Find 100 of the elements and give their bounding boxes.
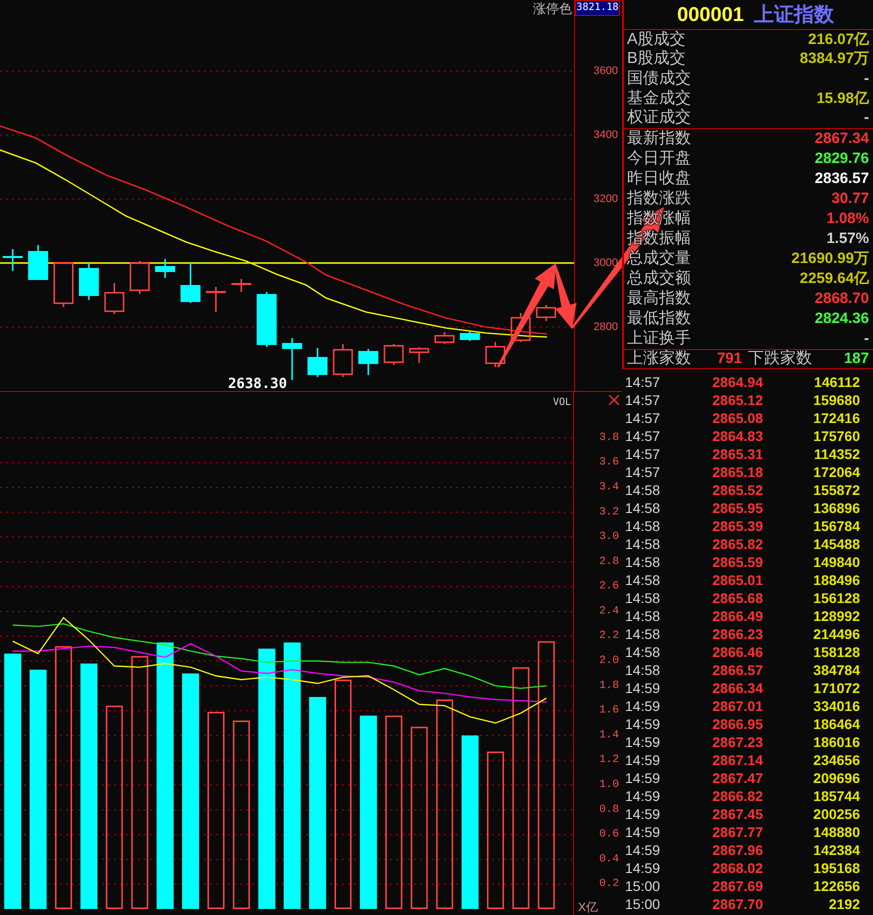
trade-volume: 234656 <box>812 752 860 768</box>
trade-time: 14:58 <box>625 590 662 606</box>
volume-axis-label: 3.0 <box>599 531 619 544</box>
field-label: 总成交额 <box>627 270 691 288</box>
trade-volume: 149840 <box>812 554 860 570</box>
trade-time: 14:57 <box>625 392 662 408</box>
trade-time: 14:58 <box>625 608 662 624</box>
close-icon[interactable] <box>609 395 619 405</box>
trade-volume: 156784 <box>812 518 860 534</box>
price-axis-label: 3400 <box>594 129 618 141</box>
candlestick <box>28 245 48 280</box>
field-label: 最高指数 <box>627 290 691 308</box>
trade-price: 2865.52 <box>711 482 763 498</box>
candlestick <box>155 259 176 278</box>
corner-label: 涨停色 <box>533 1 572 16</box>
trade-time: 14:59 <box>625 842 662 858</box>
trade-time: 14:57 <box>625 428 662 444</box>
trade-volume: 172064 <box>812 464 860 480</box>
trade-volume: 172416 <box>812 410 860 426</box>
price-axis-label: 3600 <box>594 65 618 77</box>
volume-axis-label: 3.4 <box>599 481 619 494</box>
candlestick <box>409 347 430 363</box>
volume-axis-label: 1.0 <box>599 779 619 792</box>
volume-axis-label: 3.2 <box>599 506 619 518</box>
field-label: 指数涨跌 <box>627 190 691 208</box>
trade-price: 2867.96 <box>711 842 763 858</box>
candlestick <box>206 287 226 312</box>
volume-axis-label: 2.0 <box>599 655 619 668</box>
field-value: 1.08% <box>826 210 869 228</box>
trade-volume: 148880 <box>812 824 860 840</box>
field-label: 权证成交 <box>627 109 691 128</box>
trade-price: 2865.39 <box>711 518 763 534</box>
trade-price: 2866.95 <box>711 716 763 732</box>
index-name: 上证指数 <box>754 4 834 26</box>
trade-price: 2865.12 <box>711 392 763 408</box>
field-value: 216.07亿 <box>808 30 869 49</box>
candlestick <box>358 349 378 375</box>
volume-axis-label: 1.8 <box>599 680 619 692</box>
trade-time: 14:58 <box>625 572 662 588</box>
trade-time: 14:58 <box>625 644 662 660</box>
field-label: 今日开盘 <box>627 150 691 168</box>
trade-price: 2865.95 <box>711 500 763 516</box>
candlestick <box>536 305 556 321</box>
trade-volume: 146112 <box>813 374 860 390</box>
trade-time: 14:58 <box>625 518 662 534</box>
field-value: - <box>864 70 869 88</box>
trade-volume: 200256 <box>812 806 860 822</box>
trade-price: 2867.23 <box>711 734 763 750</box>
field-label: 国债成交 <box>627 70 691 88</box>
volume-axis-label: 1.4 <box>599 729 619 742</box>
index-code: 000001 <box>677 4 744 26</box>
trade-volume: 175760 <box>812 428 860 444</box>
field-value: 8384.97万 <box>800 50 869 68</box>
trade-price: 2866.49 <box>711 608 763 624</box>
trade-price: 2868.02 <box>711 860 763 876</box>
trade-volume: 114352 <box>813 446 860 462</box>
trade-time: 14:58 <box>625 536 662 552</box>
field-label: 上证换手 <box>627 330 691 348</box>
trade-time: 15:00 <box>625 878 662 894</box>
volume-axis-label: 2.8 <box>599 556 619 568</box>
field-value: 2829.76 <box>814 150 869 168</box>
trade-price: 2867.70 <box>711 896 763 912</box>
candlestick <box>434 332 454 344</box>
trade-price: 2866.34 <box>711 680 763 696</box>
candlestick <box>460 331 480 341</box>
trade-price: 2866.57 <box>711 662 763 678</box>
trade-time: 14:58 <box>625 554 662 570</box>
trade-time: 14:57 <box>625 446 662 462</box>
trade-time: 14:59 <box>625 680 662 696</box>
volume-axis-label: 3.6 <box>599 456 619 469</box>
trade-price: 2867.47 <box>711 770 763 786</box>
field-value: 2867.34 <box>814 130 869 148</box>
trade-time: 14:57 <box>625 410 662 426</box>
candlestick <box>510 313 531 342</box>
field-value: - <box>864 109 869 128</box>
trade-price: 2864.94 <box>711 374 763 390</box>
field-value: 30.77 <box>831 190 869 208</box>
trade-volume: 145488 <box>812 536 860 552</box>
field-label: 下跌家数 <box>748 350 812 368</box>
trade-volume: 384784 <box>812 662 860 678</box>
trade-volume: 171072 <box>812 680 860 696</box>
trade-time: 14:58 <box>625 500 662 516</box>
trade-time: 14:59 <box>625 770 662 786</box>
trade-price: 2867.77 <box>711 824 763 840</box>
trade-time: 14:58 <box>625 662 662 678</box>
trade-volume: 185744 <box>812 788 860 804</box>
trade-volume: 128992 <box>812 608 860 624</box>
trade-time: 14:59 <box>625 752 662 768</box>
field-value: 1.57% <box>826 230 869 248</box>
chart-title: VOL <box>552 397 571 408</box>
candlestick <box>332 344 353 377</box>
trade-price: 2867.01 <box>711 698 763 714</box>
trade-volume: 158128 <box>812 644 860 660</box>
unit-label: X亿 <box>578 900 598 914</box>
trade-volume: 155872 <box>812 482 860 498</box>
candlestick <box>308 348 328 377</box>
trade-price: 2866.46 <box>711 644 763 660</box>
field-label: B股成交 <box>627 50 686 68</box>
trade-price: 2864.83 <box>711 428 763 444</box>
field-value: 2836.57 <box>814 170 869 188</box>
